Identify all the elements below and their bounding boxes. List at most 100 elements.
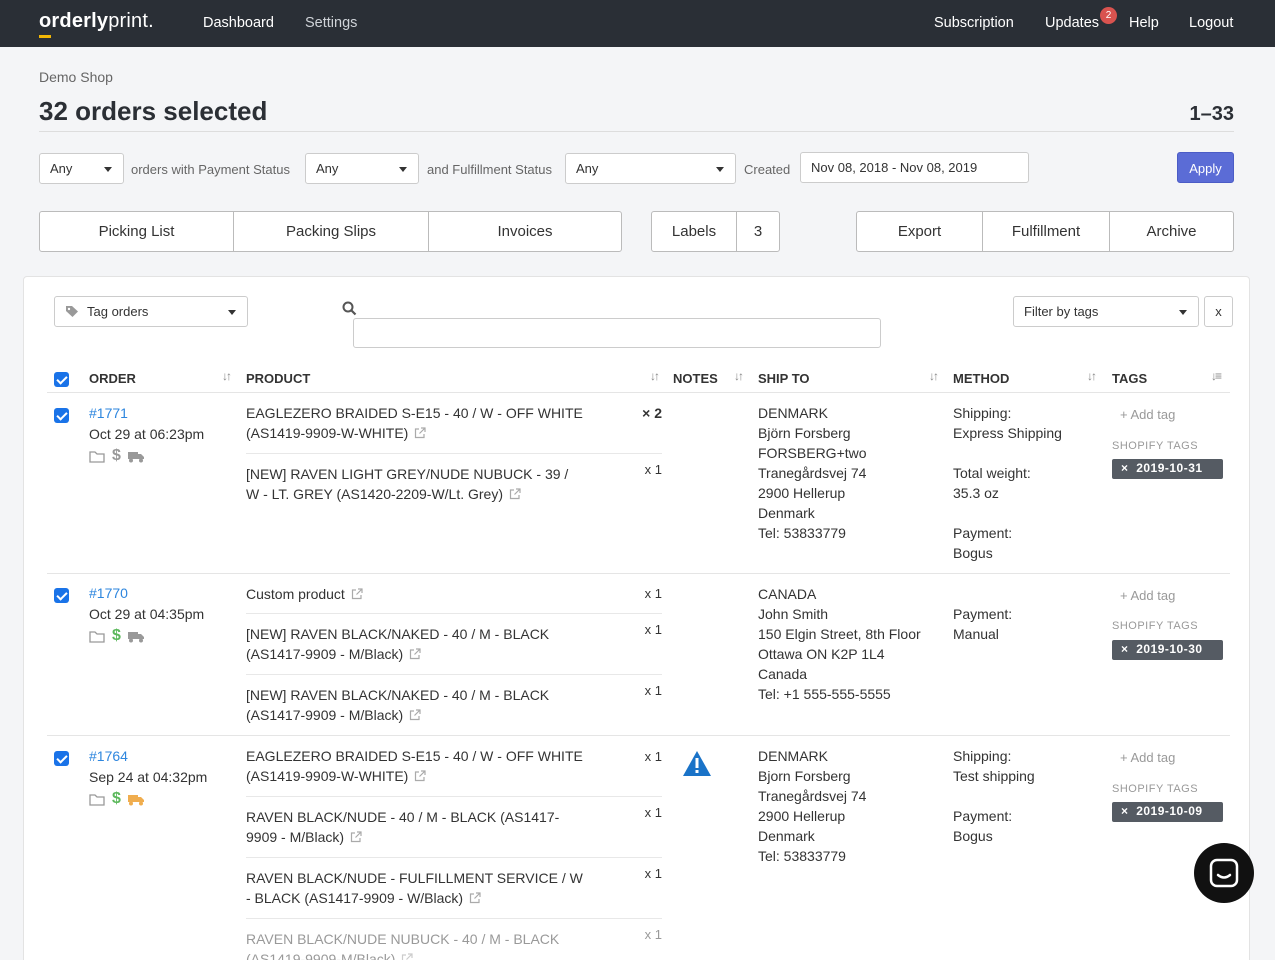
external-link-icon[interactable] [409, 648, 421, 660]
date-range-input[interactable]: Nov 08, 2018 - Nov 08, 2019 [800, 152, 1029, 183]
tag-chip-label: 2019-10-09 [1136, 804, 1203, 818]
product-sku[interactable]: - BLACK (AS1417-9909 - W/Black) [246, 890, 463, 906]
picking-list-button[interactable]: Picking List [40, 212, 234, 251]
payment-status-select[interactable]: Any [305, 153, 419, 184]
external-link-icon[interactable] [350, 831, 362, 843]
tag-orders-select[interactable]: Tag orders [54, 296, 248, 327]
export-button[interactable]: Export [857, 212, 983, 251]
product-divider [246, 613, 662, 614]
ship-country: DENMARK [758, 405, 829, 421]
archive-button[interactable]: Archive [1110, 212, 1233, 251]
product-name[interactable]: [NEW] RAVEN BLACK/NAKED - 40 / M - BLACK [246, 685, 586, 705]
invoices-button[interactable]: Invoices [429, 212, 621, 251]
tag-chip: × 2019-10-09 [1112, 802, 1223, 822]
sort-icon[interactable]: ↓↑ [650, 369, 660, 383]
fulfillment-status-select[interactable]: Any [565, 153, 736, 184]
product-sku[interactable]: (AS1419-9909-W-WHITE) [246, 425, 408, 441]
search-input[interactable] [353, 318, 881, 348]
product-sku[interactable]: (AS1417-9909 - M/Black) [246, 646, 403, 662]
payment-label: Payment: [953, 525, 1013, 541]
product-line: EAGLEZERO BRAIDED S-E15 - 40 / W - OFF W… [246, 403, 586, 443]
external-link-icon[interactable] [409, 709, 421, 721]
column-header-order[interactable]: ORDER [89, 371, 136, 386]
nav-subscription[interactable]: Subscription [934, 15, 1014, 31]
column-header-ship-to[interactable]: SHIP TO [758, 371, 810, 386]
nav-settings[interactable]: Settings [305, 15, 357, 31]
add-tag-button[interactable]: + Add tag [1120, 750, 1175, 765]
ship-street: 150 Elgin Street, 8th Floor [758, 626, 921, 642]
column-header-method[interactable]: METHOD [953, 371, 1009, 386]
product-name[interactable]: EAGLEZERO BRAIDED S-E15 - 40 / W - OFF W… [246, 746, 586, 766]
nav-logout[interactable]: Logout [1189, 15, 1233, 31]
order-number-link[interactable]: #1770 [89, 585, 128, 601]
filter-by-tags-select[interactable]: Filter by tags [1013, 296, 1199, 327]
select-all-checkbox[interactable] [54, 372, 69, 387]
chevron-down-icon [1179, 310, 1187, 315]
external-link-icon[interactable] [414, 770, 426, 782]
tag-orders-label: Tag orders [87, 304, 149, 319]
product-sku[interactable]: (AS1419-9909-M/Black) [246, 951, 395, 960]
product-sku[interactable]: (AS1419-9909-W-WHITE) [246, 768, 408, 784]
shipping-method: Test shipping [953, 768, 1035, 784]
packing-slips-button[interactable]: Packing Slips [234, 212, 429, 251]
chat-icon [1209, 858, 1239, 888]
order-checkbox[interactable] [54, 408, 69, 423]
sort-icon[interactable]: ↓↑ [1087, 369, 1097, 383]
sort-filter-icon[interactable]: ↓≡ [1211, 369, 1222, 383]
order-checkbox[interactable] [54, 751, 69, 766]
product-name[interactable]: RAVEN BLACK/NUDE - FULFILLMENT SERVICE /… [246, 868, 586, 888]
nav-dashboard[interactable]: Dashboard [203, 15, 274, 31]
ship-city: Ottawa ON K2P 1L4 [758, 646, 885, 662]
add-tag-button[interactable]: + Add tag [1120, 588, 1175, 603]
dollar-icon: $ [112, 790, 121, 807]
add-tag-button[interactable]: + Add tag [1120, 407, 1175, 422]
sort-icon[interactable]: ↓↑ [734, 369, 744, 383]
sort-icon[interactable]: ↓↑ [929, 369, 939, 383]
fulfillment-button[interactable]: Fulfillment [983, 212, 1110, 251]
ship-phone: Tel: +1 555-555-5555 [758, 686, 891, 702]
clear-tag-filter-button[interactable]: x [1204, 296, 1233, 327]
chat-launcher-button[interactable] [1194, 843, 1254, 903]
row-divider [47, 735, 1230, 736]
remove-tag-icon[interactable]: × [1121, 461, 1129, 475]
external-link-icon[interactable] [469, 892, 481, 904]
order-checkbox[interactable] [54, 588, 69, 603]
external-link-icon[interactable] [414, 427, 426, 439]
remove-tag-icon[interactable]: × [1121, 804, 1129, 818]
product-name[interactable]: RAVEN BLACK/NUDE - 40 / M - BLACK (AS141… [246, 807, 586, 827]
orders-select[interactable]: Any [39, 153, 124, 184]
column-header-notes: NOTES [673, 371, 718, 386]
header-divider [39, 131, 1234, 132]
order-number-link[interactable]: #1764 [89, 748, 128, 764]
nav-updates[interactable]: Updates [1045, 15, 1099, 31]
column-header-product[interactable]: PRODUCT [246, 371, 310, 386]
nav-help[interactable]: Help [1129, 15, 1159, 31]
product-name[interactable]: [NEW] RAVEN LIGHT GREY/NUDE NUBUCK - 39 … [246, 464, 586, 484]
product-sku[interactable]: 9909 - M/Black) [246, 829, 344, 845]
product-sku[interactable]: (AS1417-9909 - M/Black) [246, 707, 403, 723]
remove-tag-icon[interactable]: × [1121, 642, 1129, 656]
labels-count[interactable]: 3 [737, 212, 779, 251]
warning-icon[interactable] [682, 750, 712, 777]
sort-icon[interactable]: ↓↑ [222, 369, 232, 383]
product-name[interactable]: RAVEN BLACK/NUDE NUBUCK - 40 / M - BLACK [246, 929, 586, 949]
product-name[interactable]: [NEW] RAVEN BLACK/NAKED - 40 / M - BLACK [246, 624, 586, 644]
product-name[interactable]: Custom product [246, 586, 345, 602]
product-quantity: x 1 [644, 586, 662, 601]
column-header-tags[interactable]: TAGS [1112, 371, 1147, 386]
product-divider [246, 857, 662, 858]
order-number-link[interactable]: #1771 [89, 405, 128, 421]
external-link-icon[interactable] [509, 488, 521, 500]
apply-button[interactable]: Apply [1177, 152, 1234, 183]
product-name[interactable]: EAGLEZERO BRAIDED S-E15 - 40 / W - OFF W… [246, 403, 586, 423]
ship-city: 2900 Hellerup [758, 808, 846, 824]
shopify-tags-label: SHOPIFY TAGS [1112, 620, 1199, 632]
app-logo[interactable]: orderlyprint. [39, 10, 154, 38]
search-icon [342, 301, 357, 316]
ship-city: 2900 Hellerup [758, 485, 846, 501]
labels-button[interactable]: Labels [652, 212, 737, 251]
external-link-icon[interactable] [401, 953, 414, 960]
external-link-icon[interactable] [351, 588, 363, 600]
product-divider [246, 674, 662, 675]
product-sku[interactable]: W - LT. GREY (AS1420-2209-W/Lt. Grey) [246, 486, 503, 502]
